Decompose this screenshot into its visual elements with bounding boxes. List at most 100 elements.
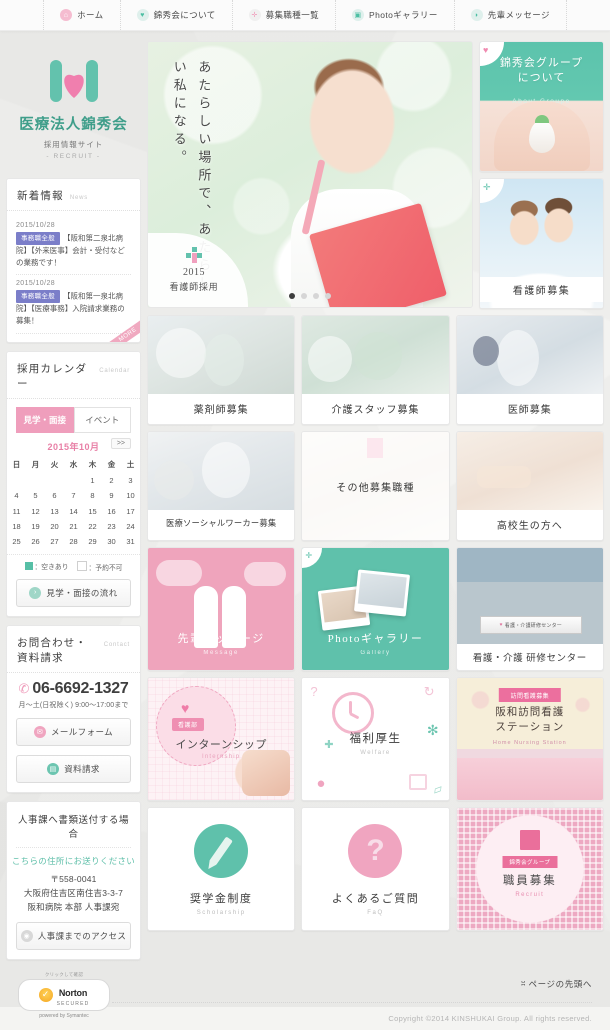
calendar-day[interactable] (26, 473, 45, 488)
nav-label-jobs: 募集職種一覧 (265, 10, 320, 20)
tab-event[interactable]: イベント (73, 406, 131, 433)
calendar-day[interactable] (7, 473, 26, 488)
nav-label-about: 錦秀会について (153, 10, 216, 20)
question-icon: ? (310, 684, 318, 699)
heart-icon: ♥ (483, 45, 489, 55)
calendar-day[interactable]: 3 (121, 473, 140, 488)
tiles-row-2: ♥ 看護部 インターンシップ Internship ? ↻ ✻ ✚ ● ▱ 福利… (147, 677, 604, 801)
calendar-day[interactable]: 6 (45, 488, 64, 503)
access-button[interactable]: ◉ 人事課までのアクセス (16, 921, 131, 950)
calendar-day[interactable]: 1 (83, 473, 102, 488)
calendar-day[interactable]: 13 (45, 503, 64, 518)
hero-dot-1[interactable] (289, 293, 295, 299)
card-pharmacist[interactable]: 薬剤師募集 (147, 315, 296, 425)
tile-welfare[interactable]: ? ↻ ✻ ✚ ● ▱ 福利厚生 Welfare (301, 677, 450, 801)
request-docs-button[interactable]: ▤ 資料請求 (16, 754, 131, 783)
calendar-day[interactable]: 11 (7, 503, 26, 518)
calendar-day[interactable]: 5 (26, 488, 45, 503)
calendar-day[interactable]: 28 (64, 534, 83, 549)
card-social-worker[interactable]: 医療ソーシャルワーカー募集 (147, 431, 296, 541)
news-item[interactable]: 2015/10/28 事務職全般 【阪和第二泉北病院】【外来医事】会計・受付などの… (16, 217, 131, 276)
calendar-day[interactable]: 8 (83, 488, 102, 503)
contact-header: お問合わせ・資料請求 Contact (7, 626, 140, 673)
calendar-day[interactable]: 9 (102, 488, 121, 503)
calendar-day[interactable]: 2 (102, 473, 121, 488)
calendar-day[interactable]: 25 (7, 534, 26, 549)
calendar-day[interactable]: 16 (102, 503, 121, 518)
tile-group-recruit[interactable]: 錦秀会グループ 職員募集 Recruit (455, 807, 604, 931)
hero-dot-4[interactable] (325, 293, 331, 299)
job-cards-row-1: 薬剤師募集 介護スタッフ募集 医師募集 (147, 315, 604, 425)
card-other-jobs[interactable]: その他募集職種 x (301, 431, 450, 541)
calendar-day[interactable]: 18 (7, 519, 26, 534)
tile-senior-message[interactable]: 先輩メッセージ Message (147, 547, 296, 671)
tile-training-center[interactable]: ♥ 看護・介護研修センター 看護・介護 研修センター (455, 547, 604, 671)
tile-photo-gallery[interactable]: ✛ Photoギャラリー Gallery (301, 547, 450, 671)
calendar-day[interactable]: 21 (64, 519, 83, 534)
calendar-day[interactable]: 24 (121, 519, 140, 534)
calendar-day[interactable]: 20 (45, 519, 64, 534)
nav-item-about[interactable]: ♥ 錦秀会について (119, 0, 232, 30)
calendar-day[interactable]: 30 (102, 534, 121, 549)
news-item[interactable]: 2015/10/28 事務職全般 【阪和第一泉北病院】【医療事務】入院請求業務の募… (16, 275, 131, 334)
mail-form-button[interactable]: ✉ メールフォーム (16, 717, 131, 746)
calendar-day[interactable]: 23 (102, 519, 121, 534)
calendar-day[interactable]: 17 (121, 503, 140, 518)
calendar-day[interactable]: 31 (121, 534, 140, 549)
hero-side-cards: ♥ 錦秀会グループ について About Groupe (479, 41, 604, 309)
calendar-day[interactable]: 19 (26, 519, 45, 534)
contact-phone-row[interactable]: ✆ 06-6692-1327 (7, 673, 140, 700)
access-label: 人事課までのアクセス (37, 930, 127, 941)
senior-message-label: 先輩メッセージ (177, 633, 265, 645)
tab-visit-interview[interactable]: 見学・面接 (16, 406, 74, 433)
calendar-day[interactable]: 4 (7, 488, 26, 503)
tile-faq[interactable]: ? よくあるご質問 FaQ (301, 807, 450, 931)
calendar-next-button[interactable]: >> (110, 437, 131, 449)
hero-dot-3[interactable] (313, 293, 319, 299)
nav-item-home[interactable]: ⌂ ホーム (43, 0, 119, 30)
calendar-day[interactable]: 7 (64, 488, 83, 503)
visit-interview-flow-button[interactable]: › 見学・面接の流れ (16, 578, 131, 607)
site-logo[interactable]: 医療法人錦秀会 採用情報サイト - RECRUIT - (6, 41, 141, 170)
scholarship-sub: Scholarship (196, 910, 246, 916)
calendar-day[interactable]: 10 (121, 488, 140, 503)
legend-unavailable-label: ：予約不可 (88, 564, 123, 572)
building-sign-text: 看護・介護研修センター (504, 622, 562, 629)
card-doctor[interactable]: 医師募集 (455, 315, 604, 425)
card-corner: ✛ (302, 548, 323, 568)
hero-dot-2[interactable] (301, 293, 307, 299)
training-center-label: 看護・介護 研修センター (456, 644, 603, 670)
cross-icon: ✛ (483, 182, 491, 192)
calendar-day[interactable]: 12 (26, 503, 45, 518)
norton-name: Norton (58, 987, 88, 998)
calendar-day[interactable]: 29 (83, 534, 102, 549)
global-navigation: ⌂ ホーム ♥ 錦秀会について ✛ 募集職種一覧 ▣ Photoギャラリー ◗ … (0, 0, 610, 31)
card-care-staff[interactable]: 介護スタッフ募集 (301, 315, 450, 425)
address-panel: 人事課へ書類送付する場合 こちらの住所にお送りください 〒558-0041 大阪… (6, 800, 141, 960)
legend-available-label: ：空きあり (34, 564, 69, 571)
calendar-day[interactable]: 26 (26, 534, 45, 549)
calendar-day[interactable] (45, 473, 64, 488)
tile-internship[interactable]: ♥ 看護部 インターンシップ Internship (147, 677, 296, 801)
norton-seal[interactable]: クリックして確認 ✓ Norton SECURED powered by Sym… (18, 972, 110, 1019)
faq-icon-circle: ? (348, 824, 403, 878)
card-nurse-recruit[interactable]: ✛ 看護師募集 (479, 178, 604, 309)
calendar-day[interactable]: 22 (83, 519, 102, 534)
calendar-day[interactable] (64, 473, 83, 488)
cross-logo-icon (186, 247, 202, 263)
card-about-group[interactable]: ♥ 錦秀会グループ について About Groupe (479, 41, 604, 172)
norton-text: Norton SECURED (57, 983, 90, 1007)
tile-home-nursing[interactable]: 訪問看護募集 阪和訪問看護 ステーション Home Nursing Statio… (455, 677, 604, 801)
nav-item-message[interactable]: ◗ 先輩メッセージ (453, 0, 567, 30)
calendar-day[interactable]: 14 (64, 503, 83, 518)
card-highschool[interactable]: 高校生の方へ (455, 431, 604, 541)
back-to-top-button[interactable]: ⎶ ページの先頭へ (388, 978, 592, 990)
weekday-mon: 月 (31, 459, 40, 469)
nav-item-jobs[interactable]: ✛ 募集職種一覧 (231, 0, 335, 30)
calendar-day[interactable]: 15 (83, 503, 102, 518)
calendar-day[interactable]: 27 (45, 534, 64, 549)
tile-scholarship[interactable]: 奨学金制度 Scholarship (147, 807, 296, 931)
speech-bubble (244, 562, 287, 586)
hero-slider[interactable]: あたらしい場所で、あたらしい私になる。 2015 看護師採用 (147, 41, 473, 308)
nav-item-gallery[interactable]: ▣ Photoギャラリー (335, 0, 454, 30)
